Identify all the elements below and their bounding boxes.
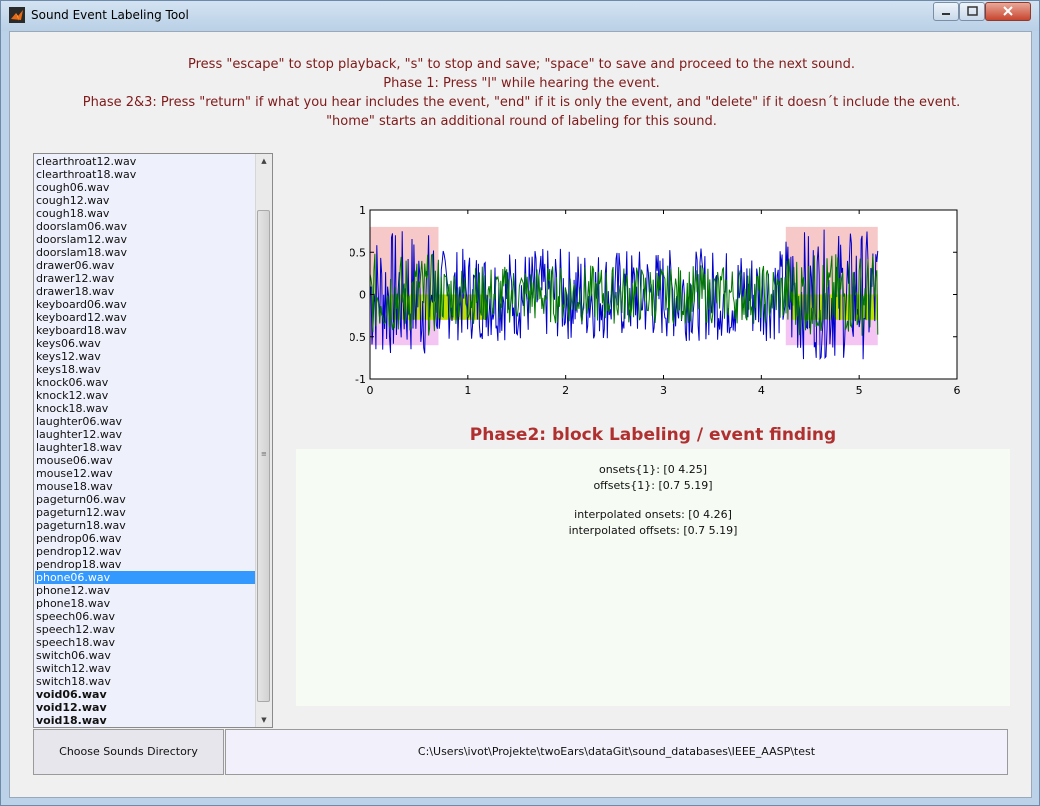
- interpolated-offsets-text: interpolated offsets: [0.7 5.19]: [568, 524, 738, 537]
- list-item[interactable]: laughter18.wav: [35, 441, 256, 454]
- minimize-button[interactable]: [933, 2, 959, 21]
- x-tick-label: 3: [660, 384, 667, 397]
- instruction-line-1: Press "escape" to stop playback, "s" to …: [188, 57, 855, 72]
- interpolated-onsets-text: interpolated onsets: [0 4.26]: [574, 508, 732, 521]
- list-item[interactable]: clearthroat18.wav: [35, 168, 256, 181]
- x-tick-label: 2: [562, 384, 569, 397]
- list-item[interactable]: void12.wav: [35, 701, 256, 714]
- list-item[interactable]: doorslam12.wav: [35, 233, 256, 246]
- maximize-button[interactable]: [959, 2, 985, 21]
- list-item[interactable]: pageturn06.wav: [35, 493, 256, 506]
- info-panel: onsets{1}: [0 4.25] offsets{1}: [0.7 5.1…: [296, 449, 1010, 706]
- list-item[interactable]: knock18.wav: [35, 402, 256, 415]
- close-button[interactable]: [985, 2, 1031, 21]
- list-item[interactable]: phone18.wav: [35, 597, 256, 610]
- list-item[interactable]: drawer12.wav: [35, 272, 256, 285]
- app-window: Sound Event Labeling Tool Press "escape"…: [0, 0, 1040, 806]
- grip-icon: ≡: [261, 450, 267, 458]
- x-tick-label: 0: [367, 384, 374, 397]
- maximize-icon: [967, 6, 978, 16]
- list-item[interactable]: drawer06.wav: [35, 259, 256, 272]
- list-scrollbar[interactable]: ▲ ≡ ▼: [255, 154, 272, 727]
- list-item[interactable]: keyboard18.wav: [35, 324, 256, 337]
- list-item[interactable]: pendrop06.wav: [35, 532, 256, 545]
- list-item[interactable]: knock12.wav: [35, 389, 256, 402]
- list-item[interactable]: mouse18.wav: [35, 480, 256, 493]
- list-item[interactable]: mouse06.wav: [35, 454, 256, 467]
- instruction-line-2: Phase 1: Press "l" while hearing the eve…: [383, 76, 660, 91]
- list-item[interactable]: keys18.wav: [35, 363, 256, 376]
- scroll-up-arrow-icon[interactable]: ▲: [256, 154, 272, 168]
- choose-sounds-directory-button[interactable]: Choose Sounds Directory: [33, 729, 224, 775]
- list-item[interactable]: pendrop18.wav: [35, 558, 256, 571]
- directory-path-field: C:\Users\ivot\Projekte\twoEars\dataGit\s…: [225, 729, 1008, 775]
- list-item[interactable]: drawer18.wav: [35, 285, 256, 298]
- list-item[interactable]: switch12.wav: [35, 662, 256, 675]
- sound-file-list[interactable]: clearthroat12.wav clearthroat18.wav cough0…: [33, 153, 273, 728]
- list-item[interactable]: clearthroat12.wav: [35, 155, 256, 168]
- list-item[interactable]: doorslam06.wav: [35, 220, 256, 233]
- y-tick-label: 0: [359, 289, 366, 302]
- list-item[interactable]: keys12.wav: [35, 350, 256, 363]
- instruction-line-3: Phase 2&3: Press "return" if what you he…: [82, 95, 961, 110]
- list-item[interactable]: speech06.wav: [35, 610, 256, 623]
- onsets-text: onsets{1}: [0 4.25]: [598, 463, 707, 476]
- y-tick-label: -0.5: [350, 331, 366, 344]
- minimize-icon: [942, 13, 950, 15]
- list-item[interactable]: cough06.wav: [35, 181, 256, 194]
- list-item[interactable]: knock06.wav: [35, 376, 256, 389]
- list-item[interactable]: laughter06.wav: [35, 415, 256, 428]
- client-area: Press "escape" to stop playback, "s" to …: [9, 31, 1032, 798]
- y-tick-label: 1: [359, 204, 366, 217]
- offsets-text: offsets{1}: [0.7 5.19]: [593, 479, 713, 492]
- list-item[interactable]: phone06.wav: [35, 571, 256, 584]
- list-item[interactable]: speech12.wav: [35, 623, 256, 636]
- list-item[interactable]: switch18.wav: [35, 675, 256, 688]
- list-item[interactable]: mouse12.wav: [35, 467, 256, 480]
- list-item[interactable]: void18.wav: [35, 714, 256, 727]
- list-item[interactable]: cough12.wav: [35, 194, 256, 207]
- x-tick-label: 1: [464, 384, 471, 397]
- list-item[interactable]: void06.wav: [35, 688, 256, 701]
- list-item[interactable]: switch06.wav: [35, 649, 256, 662]
- title-bar[interactable]: Sound Event Labeling Tool: [1, 1, 1039, 31]
- file-list-items: clearthroat12.wav clearthroat18.wav cough0…: [35, 155, 256, 727]
- list-item[interactable]: phone12.wav: [35, 584, 256, 597]
- phase-title: Phase2: block Labeling / event finding: [469, 425, 837, 445]
- y-tick-label: 0.5: [350, 246, 366, 259]
- matlab-logo-icon: [9, 7, 25, 23]
- x-tick-label: 5: [856, 384, 863, 397]
- close-icon: [1003, 6, 1013, 16]
- y-tick-label: -1: [355, 373, 366, 386]
- list-item[interactable]: keyboard12.wav: [35, 311, 256, 324]
- window-title: Sound Event Labeling Tool: [31, 8, 189, 22]
- x-tick-label: 4: [758, 384, 765, 397]
- list-item[interactable]: doorslam18.wav: [35, 246, 256, 259]
- list-item[interactable]: keyboard06.wav: [35, 298, 256, 311]
- list-item[interactable]: laughter12.wav: [35, 428, 256, 441]
- x-tick-label: 6: [954, 384, 961, 397]
- list-item[interactable]: cough18.wav: [35, 207, 256, 220]
- scrollbar-thumb[interactable]: ≡: [257, 210, 270, 702]
- scroll-down-arrow-icon[interactable]: ▼: [256, 713, 272, 727]
- list-item[interactable]: pendrop12.wav: [35, 545, 256, 558]
- waveform-plot[interactable]: 0 1 2 3 4 5 6 1 0.5 0 -0.5 -1: [350, 202, 990, 402]
- list-item[interactable]: keys06.wav: [35, 337, 256, 350]
- list-item[interactable]: pageturn12.wav: [35, 506, 256, 519]
- instruction-line-4: "home" starts an additional round of lab…: [326, 114, 717, 129]
- list-item[interactable]: pageturn18.wav: [35, 519, 256, 532]
- list-item[interactable]: speech18.wav: [35, 636, 256, 649]
